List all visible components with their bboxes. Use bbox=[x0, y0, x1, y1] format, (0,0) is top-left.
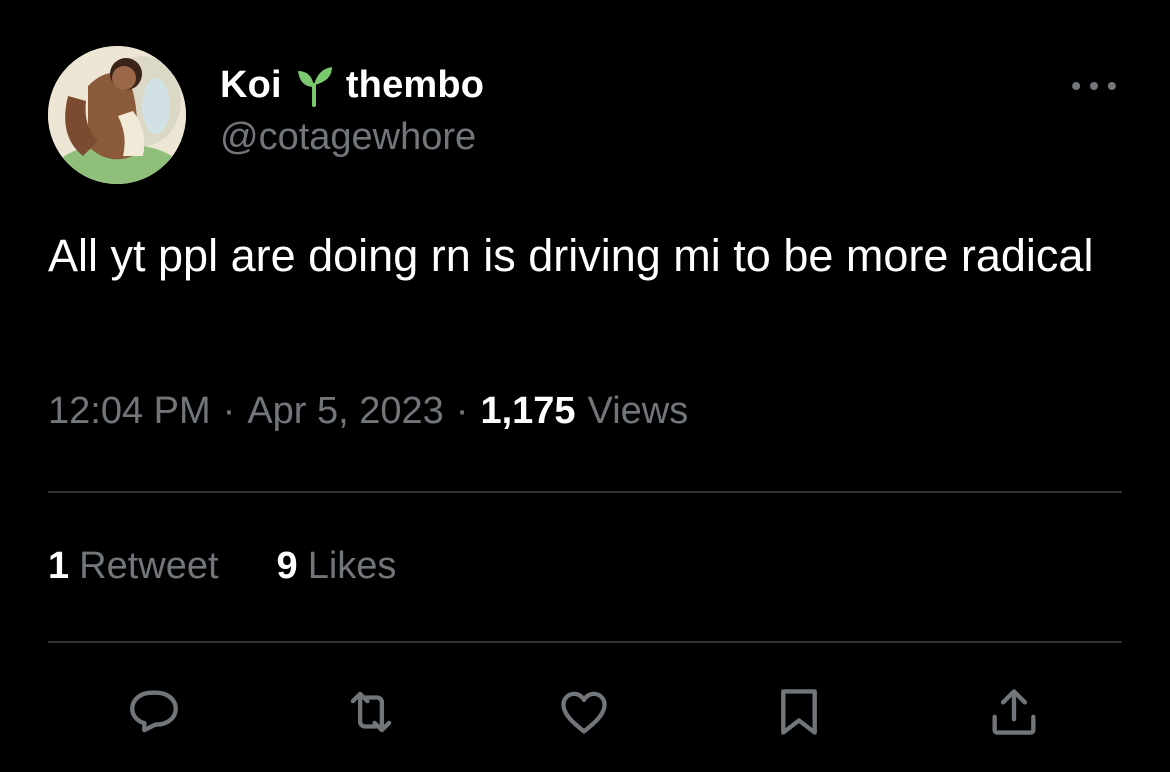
engagement-stats: 1 Retweet 9 Likes bbox=[48, 545, 396, 588]
share-button[interactable] bbox=[982, 680, 1046, 744]
bookmark-icon bbox=[781, 689, 817, 735]
tweet-meta: 12:04 PM · Apr 5, 2023 · 1,175 Views bbox=[48, 390, 688, 433]
views-count: 1,175 bbox=[480, 390, 576, 432]
more-options-button[interactable] bbox=[1066, 66, 1122, 106]
display-name-suffix[interactable]: thembo bbox=[346, 64, 484, 107]
more-dots-icon bbox=[1072, 81, 1116, 91]
tweet-date[interactable]: Apr 5, 2023 bbox=[247, 390, 443, 433]
avatar-image bbox=[48, 46, 186, 184]
author-name-row[interactable]: Koi thembo bbox=[220, 60, 484, 110]
action-bar bbox=[0, 680, 1170, 744]
likes-label: Likes bbox=[307, 545, 397, 587]
retweets-count: 1 bbox=[48, 545, 70, 587]
author-handle[interactable]: @cotagewhore bbox=[220, 116, 476, 159]
likes-count: 9 bbox=[276, 545, 298, 587]
divider bbox=[48, 491, 1122, 493]
seedling-icon bbox=[292, 63, 336, 107]
retweet-button[interactable] bbox=[339, 680, 403, 744]
reply-button[interactable] bbox=[122, 680, 186, 744]
retweets-label: Retweet bbox=[79, 545, 219, 587]
bookmark-button[interactable] bbox=[767, 680, 831, 744]
meta-separator: · bbox=[222, 390, 236, 432]
retweets-stat[interactable]: 1 Retweet bbox=[48, 545, 219, 588]
likes-stat[interactable]: 9 Likes bbox=[277, 545, 397, 588]
meta-separator: · bbox=[455, 390, 469, 432]
views-label: Views bbox=[587, 390, 689, 432]
reply-icon bbox=[130, 690, 178, 733]
tweet-text: All yt ppl are doing rn is driving mi to… bbox=[48, 230, 1094, 281]
tweet-detail: Koi thembo @cotagewhore All yt ppl are d… bbox=[0, 0, 1170, 772]
tweet-time[interactable]: 12:04 PM bbox=[48, 390, 211, 433]
avatar[interactable] bbox=[48, 46, 186, 184]
like-icon bbox=[561, 691, 607, 734]
retweet-icon bbox=[350, 691, 392, 733]
like-button[interactable] bbox=[552, 680, 616, 744]
display-name[interactable]: Koi bbox=[220, 64, 282, 107]
divider bbox=[48, 641, 1122, 643]
share-icon bbox=[992, 689, 1036, 735]
